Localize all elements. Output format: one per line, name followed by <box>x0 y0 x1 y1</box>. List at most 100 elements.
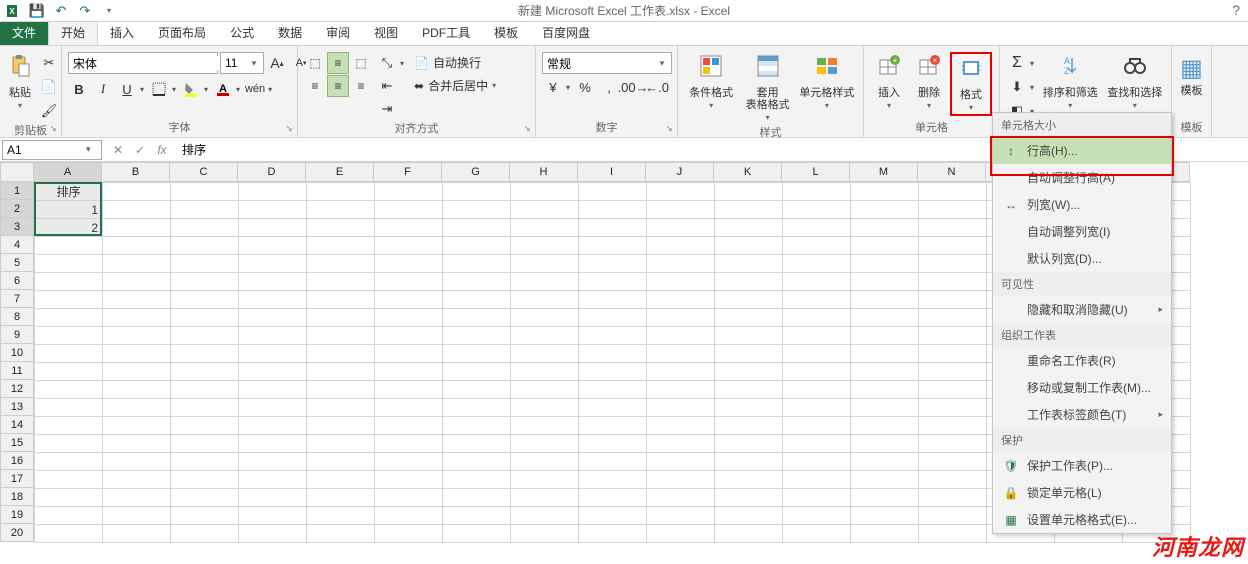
cell[interactable] <box>783 273 851 291</box>
cell[interactable] <box>919 255 987 273</box>
cell[interactable] <box>647 435 715 453</box>
paste-button[interactable]: 粘贴 ▾ <box>6 52 34 112</box>
cell[interactable] <box>647 255 715 273</box>
cell[interactable] <box>647 381 715 399</box>
cell[interactable] <box>783 201 851 219</box>
cell[interactable] <box>103 183 171 201</box>
cell[interactable] <box>307 363 375 381</box>
cell[interactable] <box>307 399 375 417</box>
cell[interactable] <box>851 327 919 345</box>
cell[interactable] <box>375 471 443 489</box>
cell[interactable] <box>35 309 103 327</box>
cell[interactable] <box>375 363 443 381</box>
font-launcher-icon[interactable]: ↘ <box>283 123 295 135</box>
cell[interactable] <box>239 417 307 435</box>
save-icon[interactable]: 💾 <box>26 0 48 22</box>
cell[interactable] <box>647 219 715 237</box>
cell[interactable] <box>919 183 987 201</box>
cell[interactable] <box>851 183 919 201</box>
menu-autofit-row[interactable]: 自动调整行高(A) <box>993 164 1171 191</box>
cell[interactable] <box>511 435 579 453</box>
cell[interactable] <box>511 489 579 507</box>
cell[interactable] <box>647 399 715 417</box>
cell[interactable] <box>579 219 647 237</box>
col-header[interactable]: L <box>782 162 850 182</box>
cell[interactable] <box>919 471 987 489</box>
table-format-button[interactable]: 套用 表格格式▾ <box>740 52 794 124</box>
cell[interactable] <box>919 201 987 219</box>
number-format-combo[interactable]: ▾ <box>542 52 672 74</box>
col-header[interactable]: G <box>442 162 510 182</box>
cell[interactable] <box>103 399 171 417</box>
cell[interactable] <box>103 345 171 363</box>
format-painter-icon[interactable]: 🖌 <box>38 100 60 122</box>
clipboard-launcher-icon[interactable]: ↘ <box>47 123 59 135</box>
cell[interactable] <box>919 363 987 381</box>
border-button[interactable]: ▾ <box>148 78 178 100</box>
col-header[interactable]: C <box>170 162 238 182</box>
redo-icon[interactable]: ↷ <box>74 0 96 22</box>
number-launcher-icon[interactable]: ↘ <box>663 123 675 135</box>
cell[interactable] <box>103 435 171 453</box>
cell[interactable] <box>239 255 307 273</box>
row-header[interactable]: 18 <box>0 488 34 506</box>
cell[interactable] <box>443 507 511 525</box>
cell[interactable] <box>103 201 171 219</box>
cell[interactable] <box>307 453 375 471</box>
cell[interactable] <box>851 489 919 507</box>
cell[interactable] <box>171 417 239 435</box>
cell[interactable] <box>783 327 851 345</box>
cell[interactable] <box>375 417 443 435</box>
cell[interactable] <box>307 273 375 291</box>
tab-home[interactable]: 开始 <box>48 19 98 45</box>
cell[interactable] <box>783 399 851 417</box>
cell[interactable] <box>239 507 307 525</box>
menu-autofit-col[interactable]: 自动调整列宽(I) <box>993 218 1171 245</box>
cell[interactable] <box>375 291 443 309</box>
cell[interactable] <box>307 309 375 327</box>
help-icon[interactable]: ? <box>1232 2 1240 18</box>
row-header[interactable]: 8 <box>0 308 34 326</box>
cell[interactable] <box>307 471 375 489</box>
cell[interactable] <box>783 381 851 399</box>
cell[interactable] <box>171 363 239 381</box>
insert-cells-button[interactable]: +插入▾ <box>870 52 908 112</box>
cell[interactable] <box>851 525 919 543</box>
cell[interactable] <box>511 507 579 525</box>
cell[interactable] <box>443 417 511 435</box>
cell[interactable] <box>851 345 919 363</box>
cell[interactable] <box>579 255 647 273</box>
cell[interactable] <box>919 237 987 255</box>
cell[interactable] <box>647 309 715 327</box>
cell[interactable] <box>647 471 715 489</box>
cell[interactable] <box>239 345 307 363</box>
cell[interactable] <box>35 327 103 345</box>
tab-insert[interactable]: 插入 <box>98 20 146 45</box>
cell[interactable] <box>171 507 239 525</box>
cell[interactable] <box>511 273 579 291</box>
cell[interactable] <box>103 219 171 237</box>
cell[interactable] <box>443 363 511 381</box>
cell[interactable] <box>239 273 307 291</box>
cell[interactable] <box>171 435 239 453</box>
cell[interactable] <box>851 201 919 219</box>
cell[interactable] <box>171 183 239 201</box>
cell[interactable] <box>35 291 103 309</box>
cell[interactable] <box>511 363 579 381</box>
cell[interactable] <box>715 255 783 273</box>
cell[interactable] <box>783 237 851 255</box>
cell[interactable] <box>307 435 375 453</box>
col-header[interactable]: I <box>578 162 646 182</box>
cell[interactable] <box>919 507 987 525</box>
cell[interactable] <box>103 489 171 507</box>
italic-button[interactable]: I <box>92 78 114 100</box>
cell[interactable] <box>307 255 375 273</box>
cell[interactable] <box>919 381 987 399</box>
cell[interactable] <box>579 435 647 453</box>
bold-button[interactable]: B <box>68 78 90 100</box>
cell[interactable] <box>171 525 239 543</box>
cell[interactable] <box>35 435 103 453</box>
cell[interactable] <box>783 525 851 543</box>
cell[interactable] <box>443 327 511 345</box>
align-bottom-icon[interactable]: ⬚ <box>350 52 372 74</box>
